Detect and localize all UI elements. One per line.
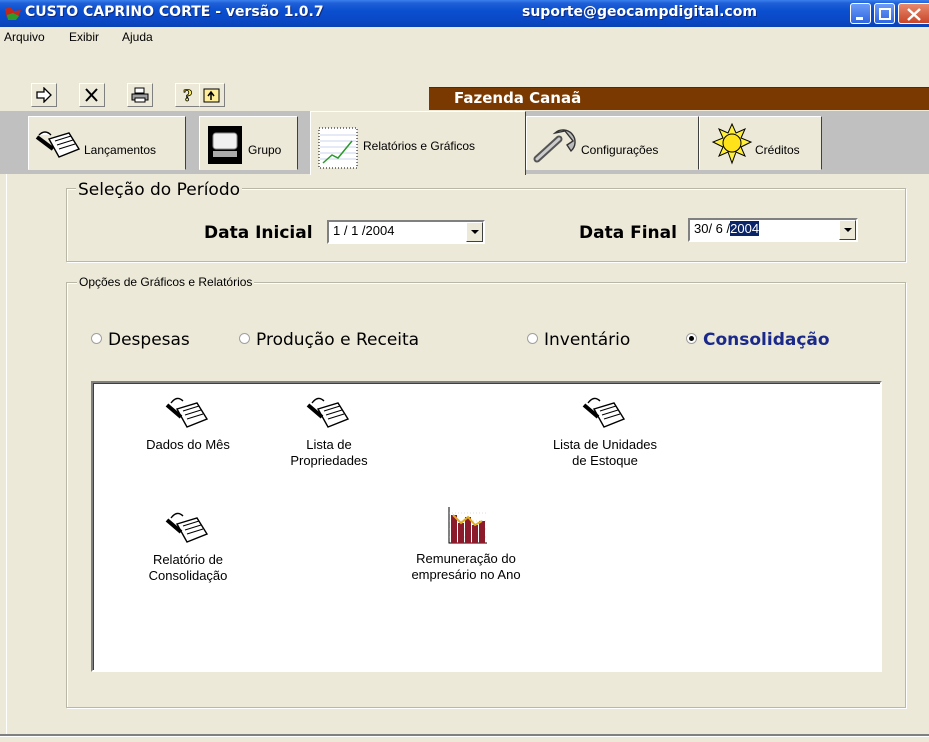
radio-label: Produção e Receita	[256, 330, 420, 350]
chevron-down-icon	[844, 228, 852, 232]
wrench-icon	[533, 129, 576, 163]
radio-circle[interactable]	[527, 332, 538, 344]
radio-label: Consolidação	[703, 330, 830, 350]
cancel-button[interactable]	[79, 83, 105, 107]
notepad-pen-icon	[165, 397, 209, 428]
start-date-label: Data Inicial	[204, 223, 313, 243]
period-legend: Seleção do Período	[76, 180, 243, 200]
tab-creditos[interactable]: Créditos	[699, 116, 822, 170]
tab-label: Lançamentos	[84, 143, 157, 157]
notepad-pen-icon	[35, 131, 81, 158]
report-lista-propriedades[interactable]: Lista de Propriedades	[269, 393, 389, 469]
start-date-combo[interactable]: 1 / 1 /2004	[327, 220, 485, 244]
report-dados-do-mes[interactable]: Dados do Mês	[128, 393, 248, 453]
arrow-right-icon	[36, 87, 52, 103]
chevron-down-icon	[471, 230, 479, 234]
window-title: CUSTO CAPRINO CORTE - versão 1.0.7	[25, 4, 324, 20]
menu-exibir[interactable]: Exibir	[69, 30, 99, 44]
tab-relatorios-graficos[interactable]: Relatórios e Gráficos	[310, 111, 526, 175]
up-folder-icon	[203, 88, 220, 103]
maximize-button[interactable]	[874, 3, 895, 24]
radio-inventario[interactable]: Inventário	[527, 330, 630, 350]
report-label: Lista de Propriedades	[290, 437, 368, 468]
menu-ajuda[interactable]: Ajuda	[122, 30, 153, 44]
minimize-icon	[856, 17, 863, 20]
tab-label: Relatórios e Gráficos	[363, 139, 476, 153]
tab-label: Créditos	[755, 143, 800, 157]
end-date-dropdown-button[interactable]	[839, 220, 856, 240]
radio-label: Inventário	[544, 330, 631, 350]
start-date-value: 1 / 1 /2004	[333, 223, 395, 238]
radio-label: Despesas	[108, 330, 190, 350]
tab-configuracoes[interactable]: Configurações	[526, 116, 699, 170]
title-bar[interactable]: CUSTO CAPRINO CORTE - versão 1.0.7 supor…	[0, 0, 929, 27]
maximize-icon	[879, 8, 891, 20]
tab-grupo[interactable]: Grupo	[199, 116, 298, 170]
close-x-icon	[85, 88, 98, 102]
report-label: Lista de Unidades de Estoque	[552, 437, 658, 468]
notepad-pen-icon	[165, 512, 209, 543]
start-date-dropdown-button[interactable]	[466, 222, 483, 242]
radio-circle[interactable]	[91, 332, 102, 344]
radio-producao-receita[interactable]: Produção e Receita	[239, 330, 419, 350]
radio-despesas[interactable]: Despesas	[91, 330, 190, 350]
line-chart-icon	[318, 127, 358, 169]
report-relatorio-consolidacao[interactable]: Relatório de Consolidação	[128, 508, 248, 584]
report-label: Relatório de Consolidação	[148, 552, 228, 583]
goat-app-icon	[5, 7, 21, 20]
support-email: suporte@geocampdigital.com	[522, 4, 757, 20]
sun-icon	[711, 123, 753, 165]
svg-text:?: ?	[183, 87, 192, 103]
report-label: Dados do Mês	[146, 437, 230, 452]
report-remuneracao-empresario[interactable]: Remuneração do empresário no Ano	[396, 503, 536, 583]
radio-circle[interactable]	[686, 332, 697, 344]
proceed-button[interactable]	[31, 83, 57, 107]
report-lista-unidades-estoque[interactable]: Lista de Unidades de Estoque	[535, 393, 675, 469]
end-date-prefix: 30/ 6 /	[694, 221, 731, 236]
end-date-selected-year: 2004	[730, 221, 760, 236]
up-folder-button[interactable]	[199, 83, 225, 107]
report-label: Remuneração do empresário no Ano	[411, 551, 521, 582]
menu-arquivo[interactable]: Arquivo	[4, 30, 45, 44]
minimize-button[interactable]	[850, 3, 871, 24]
notepad-pen-icon	[306, 397, 350, 428]
print-button[interactable]	[127, 83, 153, 107]
help-icon: ?	[183, 87, 193, 103]
close-icon	[907, 8, 921, 21]
app-window: CUSTO CAPRINO CORTE - versão 1.0.7 supor…	[0, 0, 929, 742]
tab-lancamentos[interactable]: Lançamentos	[28, 116, 186, 170]
print-icon	[131, 87, 149, 103]
end-date-label: Data Final	[579, 223, 677, 243]
help-button[interactable]: ?	[175, 83, 201, 107]
group-icon	[208, 126, 242, 164]
end-date-combo[interactable]: 30/ 6 /2004	[688, 218, 858, 242]
farm-name: Fazenda Canaã	[454, 89, 582, 107]
close-button[interactable]	[898, 3, 929, 24]
status-divider	[0, 734, 929, 737]
radio-circle[interactable]	[239, 332, 250, 344]
options-legend: Opções de Gráficos e Relatórios	[77, 275, 255, 289]
tab-label: Grupo	[248, 143, 282, 157]
menu-bar: Arquivo Exibir Ajuda	[0, 27, 929, 47]
tab-label: Configurações	[581, 143, 659, 157]
bar-chart-icon	[448, 507, 487, 544]
notepad-pen-icon	[582, 397, 626, 428]
end-date-value: 30/ 6 /2004	[694, 221, 760, 236]
radio-consolidacao[interactable]: Consolidação	[686, 330, 830, 350]
